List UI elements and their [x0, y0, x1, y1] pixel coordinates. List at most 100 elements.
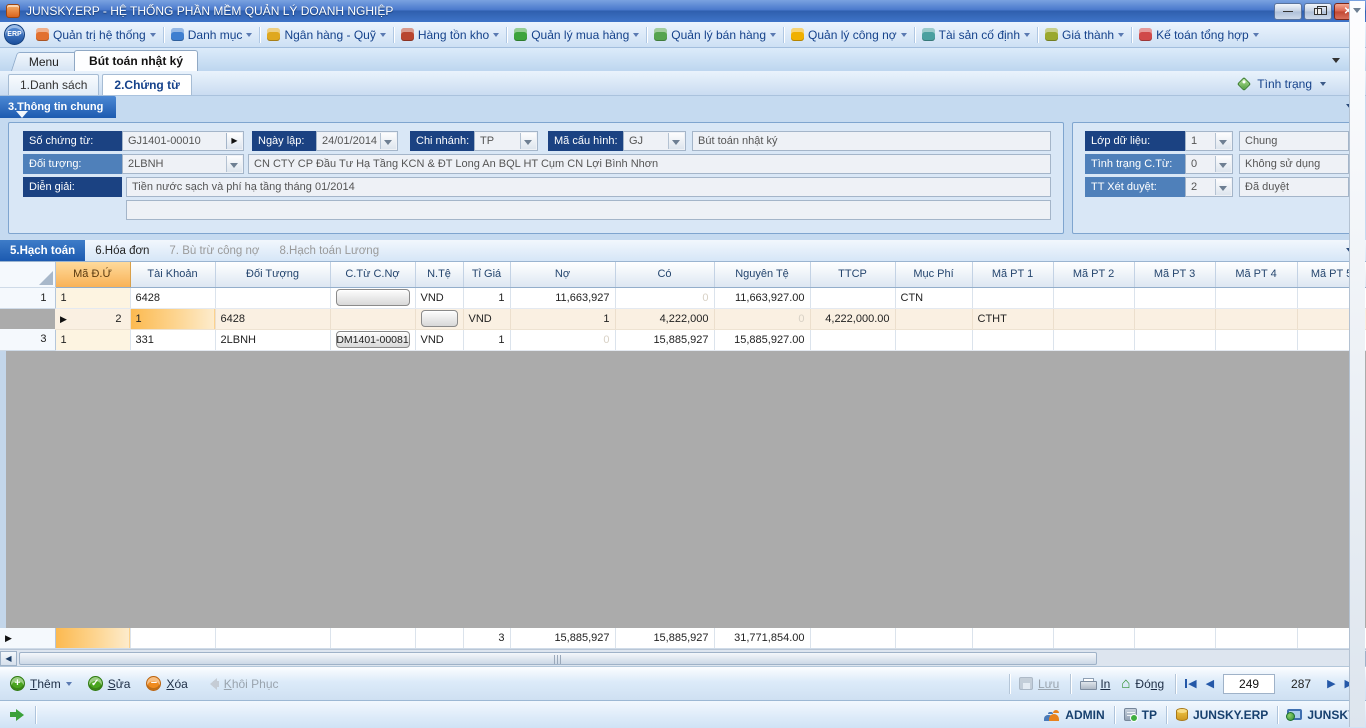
side-code-field-3[interactable]: 2 [1185, 177, 1233, 197]
grid-cell[interactable] [1053, 287, 1134, 308]
menu-item-3[interactable]: Ngân hàng - Quỹ [260, 24, 392, 46]
grid-cell[interactable]: 15,885,927 [615, 329, 714, 350]
column-header-14[interactable]: Mã PT 3 [1134, 262, 1215, 287]
chevron-down-icon[interactable] [1332, 58, 1340, 67]
grid-cell[interactable] [810, 329, 895, 350]
grid-cell[interactable]: 1 [55, 329, 130, 350]
column-header-11[interactable]: Mục Phí [895, 262, 972, 287]
tab-chung-tu[interactable]: 2.Chứng từ [102, 74, 191, 95]
grid-cell[interactable]: 11,663,927.00 [714, 287, 810, 308]
grid-tab-1[interactable]: 5.Hạch toán [0, 240, 85, 261]
column-header-8[interactable]: Có [615, 262, 714, 287]
doi-tuong-field[interactable]: 2LBNH [122, 154, 244, 174]
grid-cell[interactable]: DM1401-00081 [330, 329, 415, 350]
minimize-button[interactable]: — [1274, 3, 1302, 20]
grid-cell[interactable]: CTHT [972, 308, 1053, 329]
column-header-7[interactable]: Nợ [510, 262, 615, 287]
row-header[interactable]: 3 [0, 329, 55, 350]
menu-item-1[interactable]: Quản trị hệ thống [29, 24, 163, 46]
column-header-13[interactable]: Mã PT 2 [1053, 262, 1134, 287]
grid-cell[interactable] [972, 287, 1053, 308]
column-header-4[interactable]: C.Từ C.Nợ [330, 262, 415, 287]
column-header-1[interactable]: Mã Đ.Ứ [55, 262, 130, 287]
grid-cell[interactable]: 11,663,927 [510, 287, 615, 308]
previous-record-button[interactable]: ◀ [1206, 677, 1214, 690]
menu-item-4[interactable]: Hàng tồn kho [394, 24, 506, 46]
column-header-15[interactable]: Mã PT 4 [1215, 262, 1297, 287]
edit-button[interactable]: ✓ Sửa [88, 676, 131, 691]
ma-cau-hinh-desc-field[interactable]: Bút toán nhật ký [692, 131, 1051, 151]
scrollbar-thumb[interactable] [19, 652, 1097, 665]
menu-item-6[interactable]: Quản lý bán hàng [647, 24, 783, 46]
grid-cell[interactable] [1215, 329, 1297, 350]
grid-cell[interactable] [415, 308, 463, 329]
ngay-lap-field[interactable]: 24/01/2014 [316, 131, 398, 151]
grid-cell[interactable] [895, 329, 972, 350]
chi-nhanh-field[interactable]: TP [474, 131, 538, 151]
first-record-button[interactable]: ◀ [1185, 677, 1196, 690]
grid-cell[interactable] [1297, 308, 1366, 329]
column-header-3[interactable]: Đối Tượng [215, 262, 330, 287]
tab-but-toan-nhat-ky[interactable]: Bút toán nhật ký [74, 50, 198, 71]
restore-button[interactable]: Khôi Phục [204, 677, 279, 691]
side-code-field-2[interactable]: 0 [1185, 154, 1233, 174]
next-record-button[interactable]: ▶ [1327, 677, 1335, 690]
side-text-field-1[interactable]: Chung [1239, 131, 1349, 151]
grid-cell[interactable]: 1 [463, 287, 510, 308]
grid-tab-2[interactable]: 6.Hóa đơn [85, 240, 159, 261]
row-header[interactable]: 2▶ [55, 308, 130, 329]
grid-cell[interactable]: 1 [130, 308, 215, 329]
tab-thong-tin-chung[interactable]: 3.Thông tin chung [0, 96, 116, 118]
grid-cell[interactable] [1215, 308, 1297, 329]
grid-cell[interactable] [330, 308, 415, 329]
column-header-12[interactable]: Mã PT 1 [972, 262, 1053, 287]
grid-cell[interactable] [972, 329, 1053, 350]
menu-item-7[interactable]: Quản lý công nợ [784, 24, 914, 46]
restore-button[interactable] [1304, 3, 1332, 20]
status-filter-label[interactable]: Tình trạng [1257, 77, 1312, 91]
column-header-6[interactable]: Tỉ Giá [463, 262, 510, 287]
grid-cell[interactable]: 4,222,000.00 [810, 308, 895, 329]
dien-giai-field[interactable]: Tiền nước sạch và phí hạ tầng tháng 01/2… [126, 177, 1051, 197]
doc-ref-button[interactable] [421, 310, 458, 327]
column-header-10[interactable]: TTCP [810, 262, 895, 287]
side-text-field-3[interactable]: Đã duyệt [1239, 177, 1349, 197]
menu-item-5[interactable]: Quản lý mua hàng [507, 24, 646, 46]
column-header-5[interactable]: N.Tệ [415, 262, 463, 287]
tab-danh-sach[interactable]: 1.Danh sách [8, 74, 99, 95]
scroll-left-icon[interactable]: ◀ [0, 651, 17, 666]
grid-cell[interactable]: 331 [130, 329, 215, 350]
grid-cell[interactable] [1134, 287, 1215, 308]
grid-cell[interactable] [810, 287, 895, 308]
grid-cell[interactable] [1053, 308, 1134, 329]
print-button[interactable]: In [1080, 677, 1110, 691]
grid-cell[interactable]: VND [415, 329, 463, 350]
ma-cau-hinh-field[interactable]: GJ [623, 131, 686, 151]
doc-ref-button[interactable] [336, 289, 410, 306]
grid-cell[interactable]: 15,885,927.00 [714, 329, 810, 350]
grid-cell[interactable]: 1 [510, 308, 615, 329]
grid-cell[interactable]: 2LBNH [215, 329, 330, 350]
menu-item-9[interactable]: Giá thành [1038, 24, 1131, 46]
grid-cell[interactable]: CTN [895, 287, 972, 308]
grid-cell[interactable] [1215, 287, 1297, 308]
delete-button[interactable]: − Xóa [146, 676, 187, 691]
grid-cell[interactable] [215, 287, 330, 308]
grid-cell[interactable]: 0 [615, 287, 714, 308]
menu-item-8[interactable]: Tài sản cố định [915, 24, 1037, 46]
grid-cell[interactable] [1134, 308, 1215, 329]
doc-ref-button[interactable]: DM1401-00081 [336, 331, 410, 348]
grid-cell[interactable]: 0 [714, 308, 810, 329]
dien-giai-extra-field[interactable] [126, 200, 1051, 220]
grid-cell[interactable]: 1 [55, 287, 130, 308]
record-number-input[interactable] [1223, 674, 1275, 694]
so-chung-tu-field[interactable]: GJ1401-00010▶ [122, 131, 244, 151]
doi-tuong-name-field[interactable]: CN CTY CP Đầu Tư Hạ Tầng KCN & ĐT Long A… [248, 154, 1051, 174]
menu-item-2[interactable]: Danh mục [164, 24, 260, 46]
grid-cell[interactable]: 6428 [215, 308, 330, 329]
menu-item-10[interactable]: Kế toán tổng hợp [1132, 24, 1266, 46]
side-text-field-2[interactable]: Không sử dụng [1239, 154, 1349, 174]
add-button[interactable]: + Thêm [10, 676, 72, 691]
grid-cell[interactable]: 6428 [130, 287, 215, 308]
grid-cell[interactable]: 1 [463, 329, 510, 350]
